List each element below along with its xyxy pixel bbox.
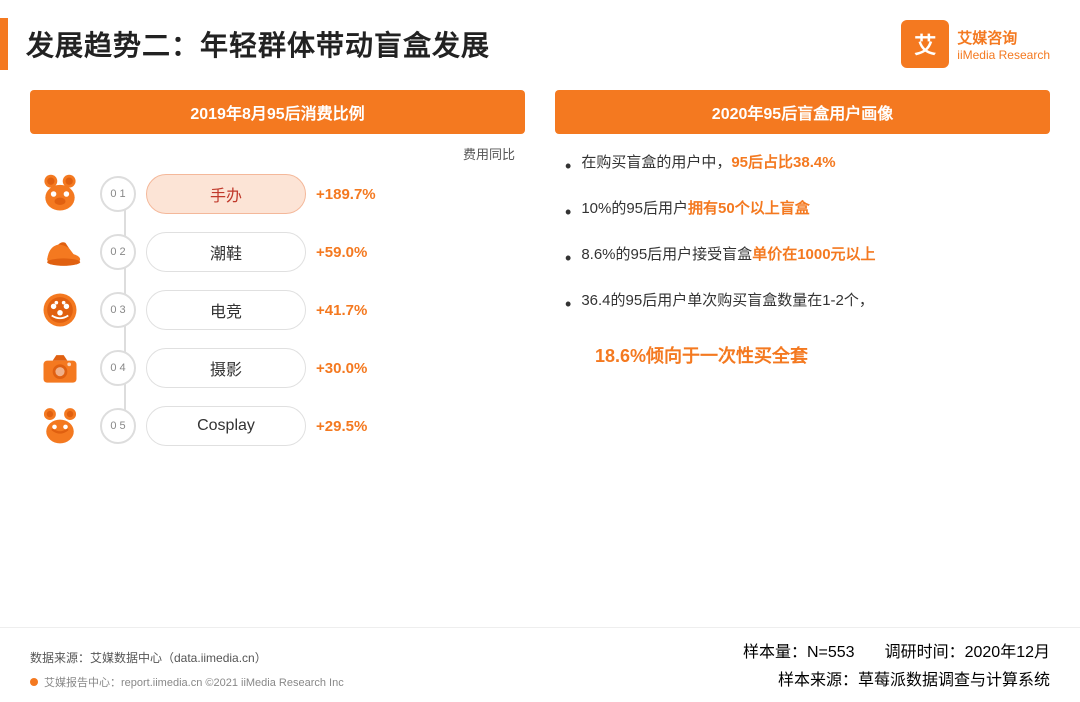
bullet-text-2: 10%的95后用户拥有50个以上盲盒 [581, 198, 809, 221]
item-label-3: 电竞 [146, 290, 306, 330]
list-item: 0 4 摄影 +30.0% [30, 343, 525, 393]
list-item: 0 5 Cosplay +29.5% [30, 401, 525, 451]
footer-source: 数据来源：艾媒数据中心（data.iimedia.cn） 艾媒报告中心：repo… [30, 649, 344, 690]
item-change-4: +30.0% [316, 360, 386, 377]
header-accent [0, 18, 8, 70]
footer-meta-row-1: 样本量：N=553 调研时间：2020年12月 [743, 638, 1050, 662]
survey-time: 调研时间：2020年12月 [885, 638, 1050, 662]
shoe-icon [30, 227, 90, 277]
rank-3: 0 3 [100, 292, 136, 328]
bullet-item-4: • 36.4的95后用户单次购买盲盒数量在1-2个， [565, 290, 1040, 318]
bullet-item-1: • 在购买盲盒的用户中，95后占比38.4% [565, 152, 1040, 180]
logo-cn: 艾媒咨询 [957, 27, 1017, 48]
footer-right: 样本量：N=553 调研时间：2020年12月 样本来源：草莓派数据调查与计算系… [743, 638, 1050, 690]
left-panel-title: 2019年8月95后消费比例 [30, 90, 525, 134]
list-item: 0 3 电竞 +41.7% [30, 285, 525, 335]
sample-source: 样本来源：草莓派数据调查与计算系统 [778, 666, 1050, 690]
page: 发展趋势二：年轻群体带动盲盒发展 艾 艾媒咨询 iiMedia Research… [0, 0, 1080, 702]
main-content: 2019年8月95后消费比例 费用同比 [0, 80, 1080, 621]
page-title: 发展趋势二：年轻群体带动盲盒发展 [26, 24, 490, 64]
bullet-dot: • [565, 291, 571, 318]
rank-2: 0 2 [100, 234, 136, 270]
item-change-1: +189.7% [316, 186, 386, 203]
item-label-2: 潮鞋 [146, 232, 306, 272]
bullet-text-4: 36.4的95后用户单次购买盲盒数量在1-2个， [581, 290, 874, 313]
right-panel-title: 2020年95后盲盒用户画像 [555, 90, 1050, 134]
item-label-5: Cosplay [146, 406, 306, 446]
bullet-text-1: 在购买盲盒的用户中，95后占比38.4% [581, 152, 835, 175]
logo-text: 艾媒咨询 iiMedia Research [957, 27, 1050, 62]
bullet-dot: • [565, 199, 571, 226]
bullet-dot: • [565, 153, 571, 180]
bear2-icon [30, 401, 90, 451]
bullet-item-3: • 8.6%的95后用户接受盲盒单价在1000元以上 [565, 244, 1040, 272]
rank-4: 0 4 [100, 350, 136, 386]
cta-text: 18.6%倾向于一次性买全套 [565, 342, 1040, 368]
gamepad-icon [30, 285, 90, 335]
data-source: 数据来源：艾媒数据中心（data.iimedia.cn） [30, 649, 344, 666]
bullet-list: • 在购买盲盒的用户中，95后占比38.4% • 10%的95后用户拥有50个以… [555, 152, 1050, 368]
rank-5: 0 5 [100, 408, 136, 444]
bear-icon [30, 169, 90, 219]
items-list: 0 1 手办 +189.7% 0 2 潮鞋 [30, 169, 525, 451]
list-item: 0 2 潮鞋 +59.0% [30, 227, 525, 277]
right-panel: 2020年95后盲盒用户画像 • 在购买盲盒的用户中，95后占比38.4% • … [555, 90, 1050, 621]
rank-1: 0 1 [100, 176, 136, 212]
col-label: 费用同比 [30, 144, 525, 163]
bullet-item-2: • 10%的95后用户拥有50个以上盲盒 [565, 198, 1040, 226]
logo-en: iiMedia Research [957, 48, 1050, 62]
bullet-dot: • [565, 245, 571, 272]
sample-size: 样本量：N=553 [743, 638, 855, 662]
item-label-4: 摄影 [146, 348, 306, 388]
item-change-5: +29.5% [316, 418, 386, 435]
bullet-text-3: 8.6%的95后用户接受盲盒单价在1000元以上 [581, 244, 875, 267]
item-change-2: +59.0% [316, 244, 386, 261]
logo-icon: 艾 [901, 20, 949, 68]
left-panel: 2019年8月95后消费比例 费用同比 [30, 90, 525, 621]
footer-meta-row-2: 样本来源：草莓派数据调查与计算系统 [778, 666, 1050, 690]
list-item: 0 1 手办 +189.7% [30, 169, 525, 219]
brand-line: 艾媒报告中心：report.iimedia.cn ©2021 iiMedia R… [44, 674, 344, 690]
logo-area: 艾 艾媒咨询 iiMedia Research [901, 20, 1050, 68]
footer: 数据来源：艾媒数据中心（data.iimedia.cn） 艾媒报告中心：repo… [0, 627, 1080, 702]
camera-icon [30, 343, 90, 393]
item-change-3: +41.7% [316, 302, 386, 319]
orange-dot [30, 678, 38, 686]
item-label-1: 手办 [146, 174, 306, 214]
header: 发展趋势二：年轻群体带动盲盒发展 艾 艾媒咨询 iiMedia Research [0, 0, 1080, 80]
